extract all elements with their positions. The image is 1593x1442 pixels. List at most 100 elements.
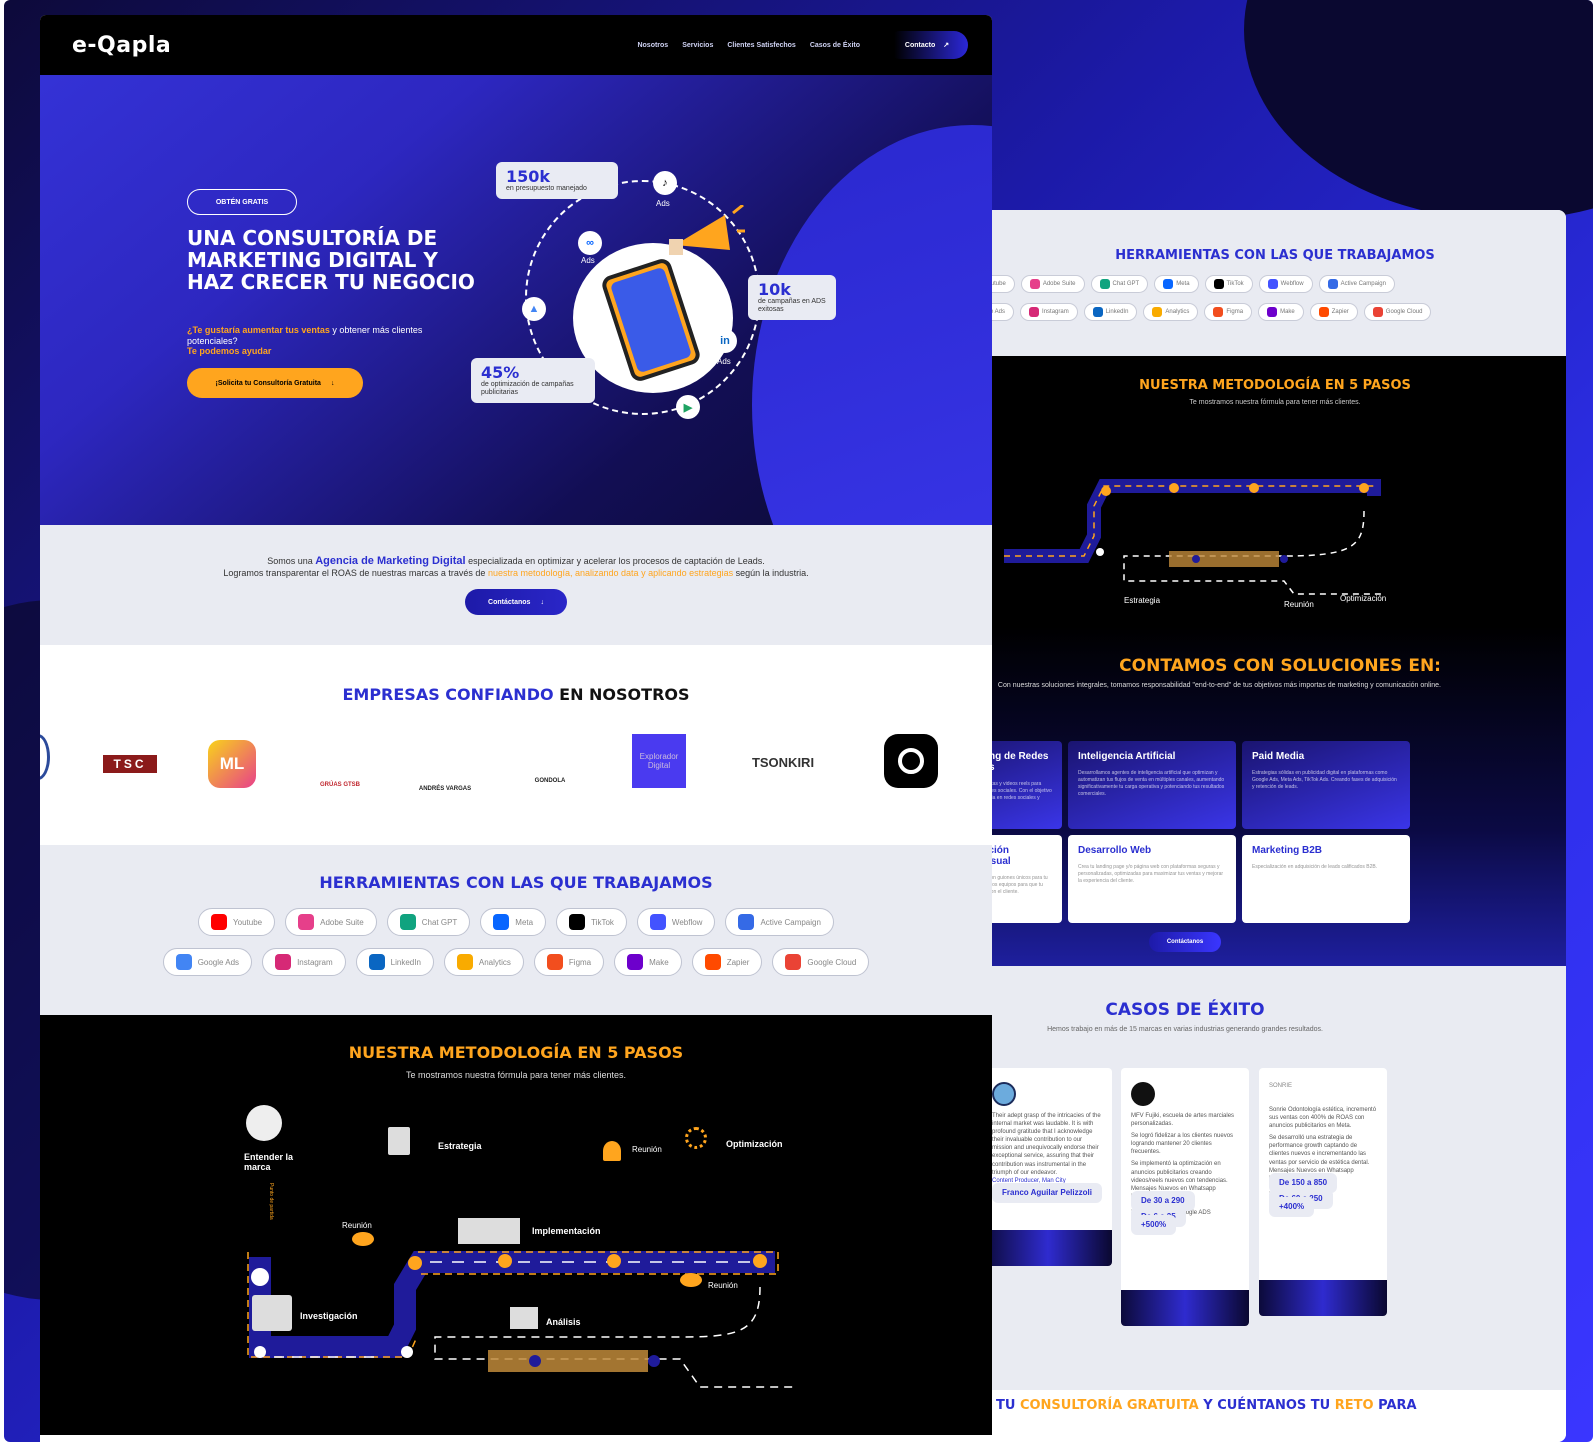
tool-logo-icon [649,914,666,930]
methodology-title: NUESTRA METODOLOGÍA EN 5 PASOS [348,1043,684,1062]
tool-chip[interactable]: Make [1258,303,1304,321]
megaphone-icon [669,205,745,255]
tool-chip[interactable]: Google Cloud [772,948,870,976]
brand-logo: TSONKIRI [751,754,815,770]
preview-solutions-sub: Con nuestras soluciones integrales, toma… [997,682,1441,689]
tool-logo-icon [1099,279,1110,289]
free-pill: OBTÉN GRATIS [187,189,297,215]
analysis-icon [510,1307,538,1329]
step-implementacion: Implementación [532,1226,601,1236]
tools-title: HERRAMIENTAS CON LAS QUE TRABAJAMOS [319,873,713,892]
main-page: e-Qapla Nosotros Servicios Clientes Sati… [40,15,992,1442]
tool-chip[interactable]: Webflow [636,908,716,936]
tool-logo-icon [738,914,755,930]
tool-chip[interactable]: Analytics [1143,303,1199,321]
tool-chip[interactable]: Make [614,948,682,976]
preview-roadmap [1004,479,1384,595]
solution-card[interactable]: Desarrollo Web Crea tu landing page y/o p… [1068,835,1236,923]
preview-contact-button[interactable]: Contáctanos [1149,932,1221,952]
arrow-up-right-icon: ↗ [943,42,950,49]
step-optimizacion: Optimización [726,1139,783,1149]
tool-chip[interactable]: Chat GPT [386,908,471,936]
tool-chip[interactable]: Chat GPT [1090,275,1149,293]
stat-optimization: 45% de optimización de campañas publicita… [471,358,595,403]
arrow-down-icon: ↓ [540,598,544,606]
navbar: e-Qapla Nosotros Servicios Clientes Sati… [40,15,992,75]
preview-step-reunion: Reunión [1284,600,1314,609]
solution-card[interactable]: Inteligencia Artificial Desarrollamos age… [1068,741,1236,829]
free-consult-button[interactable]: ¡Solicita tu Consultoría Gratuita ↓ [187,368,363,398]
tool-chip[interactable]: Figma [533,948,605,976]
preview-tools-row: Youtube Adobe Suite Chat GPT Meta TikTok Webf… [984,275,1566,293]
tool-logo-icon [1372,307,1383,317]
preview-tools-title: HERRAMIENTAS CON LAS QUE TRABAJAMOS [1115,248,1435,263]
case-card: MFV Fujiki, escuela de artes marciales p… [1121,1068,1249,1326]
tool-chip[interactable]: Instagram [262,948,346,976]
tool-chip[interactable]: Analytics [443,948,524,976]
tools-row: Youtube Adobe Suite Chat GPT Meta TikTok Webf… [40,908,992,936]
meeting-icon [603,1141,621,1161]
preview-solutions-section: CONTAMOS CON SOLUCIONES EN: Con nuestras… [984,626,1566,966]
tool-chip[interactable]: Figma [1204,303,1253,321]
contact-us-button[interactable]: Contáctanos ↓ [465,589,567,615]
nav-link-clientes[interactable]: Clientes Satisfechos [727,42,795,49]
tool-logo-icon [175,954,192,970]
tool-logo-icon [1213,307,1224,317]
tool-logo-icon [1213,279,1224,289]
solution-card[interactable]: Marketing de Redes SocialesDiseñamos grá… [984,741,1062,829]
tool-chip[interactable]: Youtube [198,908,276,936]
step-estrategia: Estrategia [438,1141,482,1151]
mockup-background: HERRAMIENTAS CON LAS QUE TRABAJAMOS Yout… [4,0,1593,1442]
tool-chip[interactable]: TikTok [1204,275,1253,293]
research-icon [252,1295,292,1331]
tool-logo-icon [1267,279,1278,289]
step-reunion: Reunión [708,1281,738,1290]
strategy-icon [388,1127,410,1155]
tool-chip[interactable]: LinkedIn [1083,303,1138,321]
tool-chip[interactable]: Meta [480,908,547,936]
tool-chip[interactable]: Google Ads [162,948,253,976]
tool-chip[interactable]: LinkedIn [355,948,434,976]
preview-step-optimizacion: Optimización [1340,594,1387,603]
solution-card[interactable]: Producción AudiovisualCreamos reels con … [984,835,1062,923]
tool-logo-icon [569,914,586,930]
tool-chip[interactable]: Webflow [1258,275,1313,293]
fujiki-logo-icon [1131,1082,1155,1106]
tool-logo-icon [456,954,473,970]
starting-point-label: Punto de partida [268,1183,274,1220]
solution-card[interactable]: Paid Media Estrategias sólidas en publici… [1242,741,1410,829]
tool-logo-icon [1092,307,1103,317]
step-reunion: Reunión [632,1145,662,1154]
tool-chip[interactable]: Active Campaign [1318,275,1395,293]
tool-logo-icon [1163,279,1174,289]
hero-section: OBTÉN GRATIS UNA CONSULTORÍA DE MARKETIN… [40,75,992,525]
tools-row: Google Ads Instagram LinkedIn Analytics Figm… [40,948,992,976]
preview-tools-row: Google AdsInstagramLinkedInAnalyticsFigm… [984,303,1566,321]
step-investigacion: Investigación [300,1311,358,1321]
brand-logo: ML [208,740,256,788]
tool-chip[interactable]: Zapier [1309,303,1358,321]
tool-chip[interactable]: Meta [1154,275,1199,293]
nav-link-servicios[interactable]: Servicios [682,42,713,49]
tool-chip[interactable]: Active Campaign [725,908,834,936]
about-section: Somos una Agencia de Marketing Digital e… [40,525,992,645]
logo[interactable]: e-Qapla [72,33,171,58]
contact-button[interactable]: Contacto ↗ [886,31,968,59]
tool-chip[interactable]: Instagram [1020,303,1078,321]
case-card: SONRIE Sonrie Odontología estética, incr… [1259,1068,1387,1316]
tool-chip[interactable]: Adobe Suite [1020,275,1085,293]
brand-logo [40,734,50,780]
linkedin-icon: in [713,329,737,353]
tool-chip[interactable]: Adobe Suite [285,908,377,936]
preview-method-sub: Te mostramos nuestra fórmula para tener … [1189,399,1361,406]
nav-link-nosotros[interactable]: Nosotros [637,42,668,49]
tool-chip[interactable]: Google Cloud [1363,303,1432,321]
tool-chip[interactable]: TikTok [556,908,627,936]
arrow-down-icon: ↓ [330,379,335,387]
tool-chip[interactable]: Zapier [691,948,763,976]
brain-icon [246,1105,282,1141]
solutions-grid: Marketing de Redes SocialesDiseñamos grá… [984,741,1410,923]
nav-link-casos[interactable]: Casos de Éxito [810,42,860,49]
mancity-logo-icon [992,1082,1016,1106]
solution-card[interactable]: Marketing B2B Especialización en adquisic… [1242,835,1410,923]
